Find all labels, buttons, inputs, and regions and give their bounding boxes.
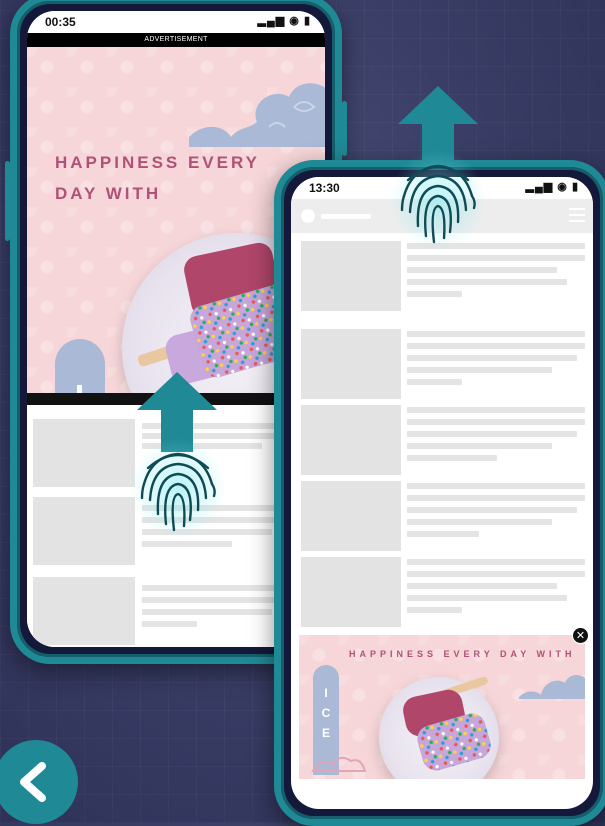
text-line [407, 407, 585, 413]
advertisement-label: ADVERTISEMENT [27, 33, 325, 47]
text-line [407, 419, 585, 425]
ad-headline: HAPPINESS EVERY DAY WITH [349, 649, 576, 659]
status-time: 13:30 [309, 181, 340, 195]
text-line [407, 483, 585, 489]
phone-side-button [5, 161, 10, 241]
text-line [407, 531, 479, 537]
article-thumbnail [301, 557, 401, 627]
article-list [291, 233, 593, 633]
cloud-icon [519, 675, 585, 699]
text-line [142, 585, 282, 591]
text-line [407, 519, 552, 525]
text-line [407, 355, 577, 361]
text-line [407, 267, 557, 273]
article-thumbnail [33, 419, 135, 487]
text-line [407, 595, 567, 601]
chevron-left-icon [20, 762, 46, 802]
text-line [407, 571, 585, 577]
fingerprint-icon [390, 150, 486, 250]
status-icons: ▂▄▆ ◉ ▮ [257, 15, 311, 27]
text-line [407, 607, 462, 613]
ice-pillar-letter-mark [77, 385, 82, 393]
text-line [407, 495, 585, 501]
text-line [407, 255, 585, 261]
cloud-icon [189, 83, 325, 147]
text-line [407, 367, 552, 373]
text-line [407, 379, 462, 385]
text-line [407, 443, 552, 449]
docked-banner-ad[interactable]: HAPPINESS EVERY DAY WITH I C E [299, 635, 585, 779]
text-line [407, 343, 585, 349]
phone-mockup-ad-docked: 13:30 ▂▄▆ ◉ ▮ HAPPINESS EVERY DAY WITH I… [274, 160, 605, 826]
article-thumbnail [301, 329, 401, 399]
brand-letter: E [321, 726, 330, 740]
fingerprint-icon [130, 438, 226, 538]
text-line [407, 559, 585, 565]
text-line [142, 621, 197, 627]
avatar[interactable] [301, 209, 315, 223]
article-thumbnail [301, 481, 401, 551]
article-thumbnail [301, 241, 401, 311]
phone-side-button [342, 101, 347, 156]
status-bar: 00:35 ▂▄▆ ◉ ▮ [27, 11, 325, 33]
text-line [142, 609, 272, 615]
text-line [407, 455, 497, 461]
text-line [407, 583, 557, 589]
hamburger-menu-icon[interactable] [569, 208, 585, 226]
text-line [407, 291, 462, 297]
ice-brand-pillar [55, 339, 105, 393]
ad-headline: HAPPINESS EVERY DAY WITH [55, 153, 260, 203]
text-line [407, 507, 577, 513]
status-icons: ▂▄▆ ◉ ▮ [525, 181, 579, 193]
text-line [142, 541, 232, 547]
phone2-screen: 13:30 ▂▄▆ ◉ ▮ HAPPINESS EVERY DAY WITH I… [291, 177, 593, 809]
text-line [407, 331, 585, 337]
brand-letter: C [321, 706, 331, 720]
article-thumbnail [301, 405, 401, 475]
status-time: 00:35 [45, 15, 76, 29]
brand-letter: I [324, 686, 328, 700]
text-line [407, 431, 577, 437]
article-thumbnail [33, 577, 135, 645]
text-line [407, 279, 567, 285]
close-ad-button[interactable]: ✕ [572, 627, 589, 644]
text-line [142, 597, 282, 603]
small-cloud-icon [311, 756, 367, 772]
header-title-placeholder [321, 214, 371, 219]
article-thumbnail [33, 497, 135, 565]
